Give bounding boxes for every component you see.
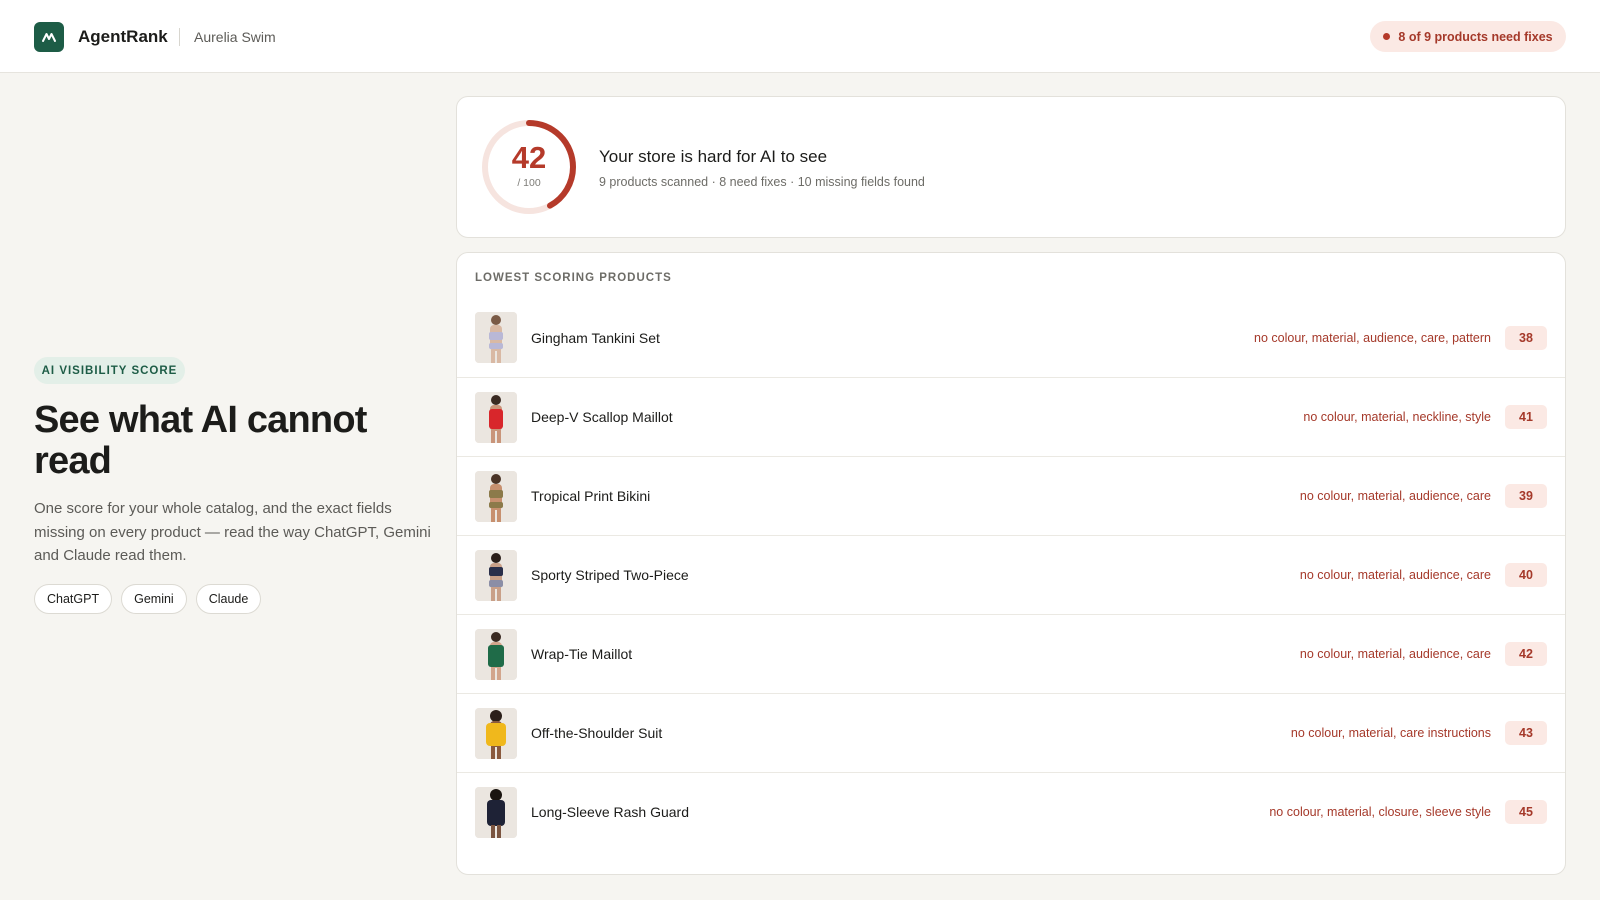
- product-name: Tropical Print Bikini: [531, 488, 651, 504]
- alert-dot-icon: [1383, 33, 1391, 40]
- brand-divider: [179, 28, 180, 46]
- product-row[interactable]: Tropical Print Bikini no colour, materia…: [457, 456, 1565, 535]
- product-row[interactable]: Gingham Tankini Set no colour, material,…: [457, 298, 1565, 377]
- product-row[interactable]: Sporty Striped Two-Piece no colour, mate…: [457, 535, 1565, 614]
- product-list: Gingham Tankini Set no colour, material,…: [457, 298, 1565, 851]
- product-score-badge: 39: [1505, 484, 1547, 508]
- product-score-badge: 45: [1505, 800, 1547, 824]
- model-chips: ChatGPT Gemini Claude: [34, 584, 262, 614]
- missing-fields: no colour, material, closure, sleeve sty…: [1269, 805, 1491, 819]
- product-name: Long-Sleeve Rash Guard: [531, 804, 689, 820]
- missing-fields: no colour, material, neckline, style: [1303, 410, 1491, 424]
- top-bar: AgentRank Aurelia Swim 8 of 9 products n…: [0, 0, 1600, 73]
- chip-gemini[interactable]: Gemini: [121, 584, 187, 614]
- product-row[interactable]: Wrap-Tie Maillot no colour, material, au…: [457, 614, 1565, 693]
- product-score-badge: 41: [1505, 405, 1547, 429]
- lowest-scoring-products: LOWEST SCORING PRODUCTS Gingham Tankini …: [456, 252, 1566, 875]
- missing-fields: no colour, material, audience, care: [1299, 647, 1491, 661]
- section-label: LOWEST SCORING PRODUCTS: [475, 272, 672, 284]
- score-headline: Your store is hard for AI to see: [599, 147, 828, 166]
- brand-name[interactable]: AgentRank: [78, 27, 168, 47]
- ai-visibility-score-tag: AI VISIBILITY SCORE: [34, 357, 185, 384]
- product-name: Off-the-Shoulder Suit: [531, 725, 663, 741]
- product-row[interactable]: Long-Sleeve Rash Guard no colour, materi…: [457, 772, 1565, 851]
- fixes-needed-label: 8 of 9 products need fixes: [1398, 29, 1553, 44]
- product-thumbnail: [475, 707, 517, 759]
- product-thumbnail: [475, 391, 517, 443]
- product-row[interactable]: Off-the-Shoulder Suit no colour, materia…: [457, 693, 1565, 772]
- product-name: Sporty Striped Two-Piece: [531, 567, 689, 583]
- missing-fields: no colour, material, audience, care: [1299, 568, 1491, 582]
- product-score-badge: 40: [1505, 563, 1547, 587]
- chip-chatgpt[interactable]: ChatGPT: [34, 584, 113, 614]
- chip-claude[interactable]: Claude: [195, 584, 262, 614]
- product-name: Deep-V Scallop Maillot: [531, 409, 673, 425]
- hero-title: See what AI cannot read: [34, 399, 367, 482]
- product-score-badge: 43: [1505, 721, 1547, 745]
- product-score-badge: 38: [1505, 325, 1547, 350]
- score-card: 42 / 100 Your store is hard for AI to se…: [456, 96, 1566, 238]
- score-value: 42: [511, 140, 547, 175]
- fixes-needed-badge[interactable]: 8 of 9 products need fixes: [1370, 21, 1566, 52]
- missing-fields: no colour, material, audience, care, pat…: [1254, 330, 1491, 345]
- product-thumbnail: [475, 786, 517, 838]
- product-score-badge: 42: [1505, 642, 1547, 666]
- product-row[interactable]: Deep-V Scallop Maillot no colour, materi…: [457, 377, 1565, 456]
- score-out-of: / 100: [517, 177, 541, 189]
- store-name: Aurelia Swim: [194, 29, 276, 45]
- score-summary: 9 products scanned · 8 need fixes · 10 m…: [599, 175, 925, 189]
- hero-description: One score for your whole catalog, and th…: [34, 500, 431, 564]
- product-thumbnail: [475, 628, 517, 680]
- product-thumbnail: [475, 470, 517, 522]
- missing-fields: no colour, material, audience, care: [1299, 489, 1491, 503]
- missing-fields: no colour, material, care instructions: [1290, 726, 1491, 740]
- product-thumbnail: [475, 312, 517, 363]
- product-name: Wrap-Tie Maillot: [531, 646, 633, 662]
- agentrank-logo-icon[interactable]: [34, 22, 64, 52]
- product-thumbnail: [475, 549, 517, 601]
- product-name: Gingham Tankini Set: [531, 329, 660, 346]
